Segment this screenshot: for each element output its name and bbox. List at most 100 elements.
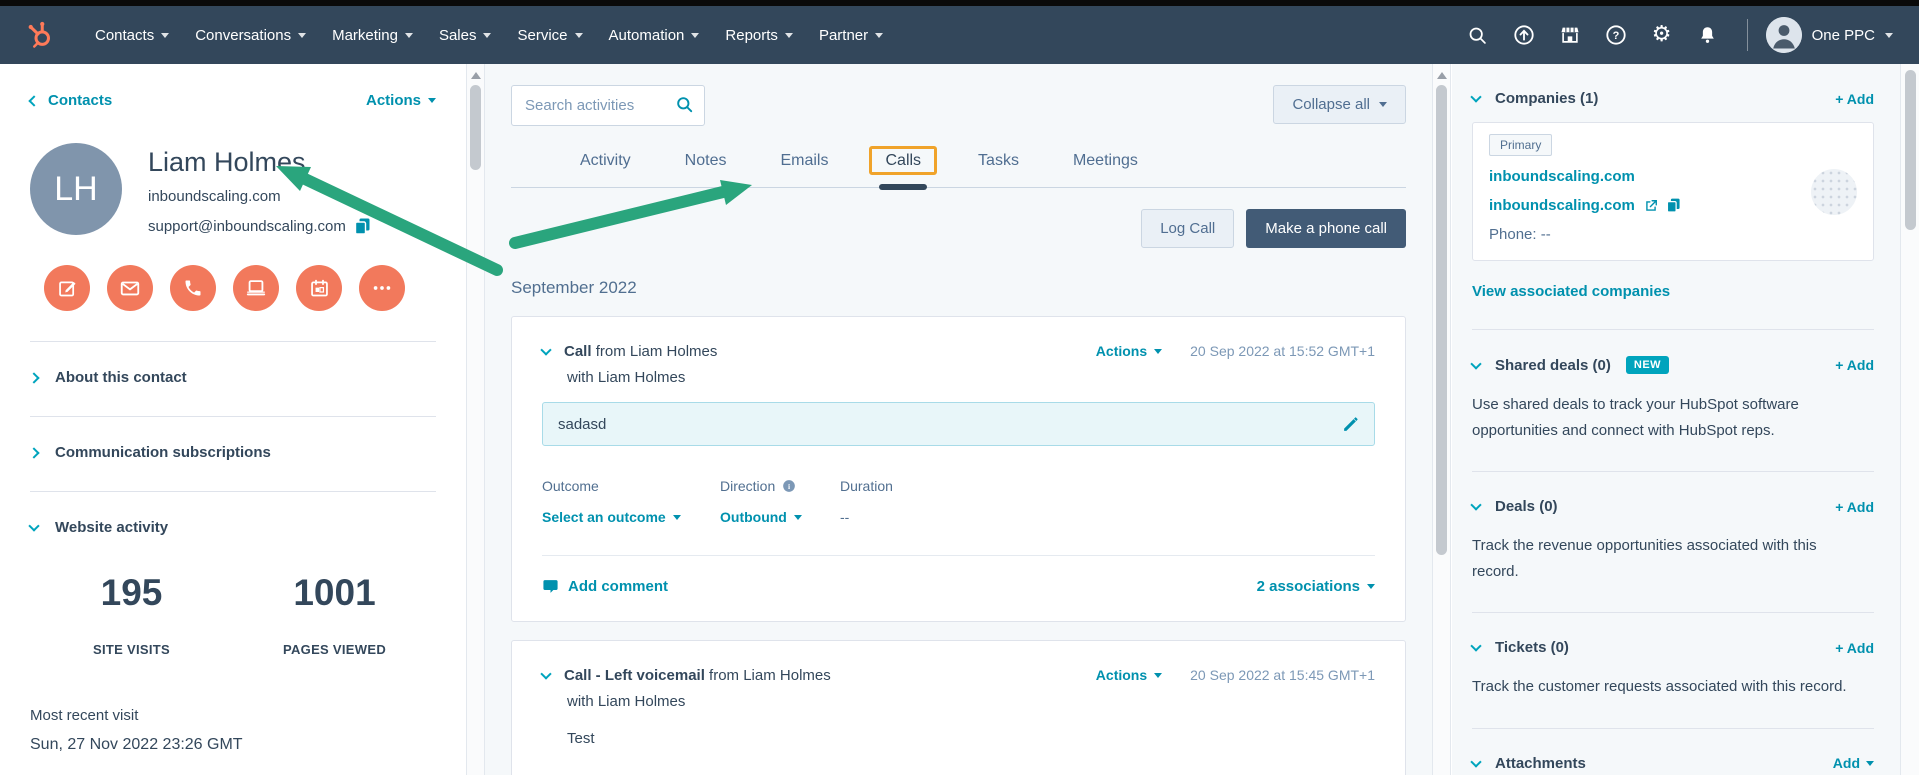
- scrollbar-thumb[interactable]: [1904, 70, 1916, 230]
- search-icon[interactable]: [675, 95, 694, 114]
- account-menu[interactable]: One PPC: [1765, 17, 1893, 53]
- companies-title: Companies (1): [1495, 90, 1599, 107]
- search-icon[interactable]: [1457, 15, 1499, 55]
- call-note-editor[interactable]: sadasd: [542, 402, 1375, 446]
- settings-gear-icon[interactable]: ⚙: [1641, 15, 1683, 55]
- hubspot-logo-icon[interactable]: [26, 20, 56, 50]
- most-recent-visit-label: Most recent visit: [30, 707, 139, 724]
- nav-item-service[interactable]: Service: [504, 27, 595, 44]
- section-website-activity[interactable]: Website activity: [28, 491, 436, 536]
- tab-tasks[interactable]: Tasks: [951, 143, 1046, 187]
- task-button[interactable]: [233, 265, 279, 311]
- nav-item-marketing[interactable]: Marketing: [319, 27, 426, 44]
- account-name: One PPC: [1811, 26, 1875, 44]
- more-actions-button[interactable]: [359, 265, 405, 311]
- chevron-down-icon: [793, 514, 802, 520]
- add-comment-label: Add comment: [568, 578, 669, 595]
- tab-meetings[interactable]: Meetings: [1046, 143, 1165, 187]
- chevron-down-icon[interactable]: [1470, 499, 1482, 511]
- nav-item-contacts[interactable]: Contacts: [82, 27, 182, 44]
- tab-activity[interactable]: Activity: [553, 143, 658, 187]
- associations-label: 2 associations: [1256, 578, 1360, 595]
- call-timestamp: 20 Sep 2022 at 15:52 GMT+1: [1190, 343, 1375, 359]
- tab-notes[interactable]: Notes: [658, 143, 754, 187]
- call-card: Call from Liam Holmes Actions 20 Sep 202…: [511, 316, 1406, 622]
- tab-calls[interactable]: Calls: [855, 143, 951, 190]
- nav-item-partner[interactable]: Partner: [806, 27, 896, 44]
- direction-select[interactable]: Outbound: [720, 509, 840, 525]
- chevron-right-icon: [28, 371, 40, 384]
- chevron-down-icon: [298, 32, 307, 38]
- left-scrollbar[interactable]: [466, 64, 485, 775]
- meeting-button[interactable]: [296, 265, 342, 311]
- notifications-bell-icon[interactable]: [1687, 15, 1729, 55]
- nav-item-label: Service: [517, 26, 568, 44]
- call-subtitle: from Liam Holmes: [595, 343, 718, 360]
- log-call-button[interactable]: Log Call: [1141, 209, 1235, 248]
- collapse-all-label: Collapse all: [1292, 96, 1370, 113]
- external-link-icon: [1646, 199, 1657, 211]
- scrollbar-thumb[interactable]: [1436, 85, 1447, 555]
- collapse-chevron-icon[interactable]: [540, 344, 552, 356]
- edit-pencil-icon[interactable]: [1342, 416, 1359, 433]
- add-comment-button[interactable]: Add comment: [542, 578, 668, 595]
- section-about-this-contact[interactable]: About this contact: [28, 341, 436, 386]
- nav-item-automation[interactable]: Automation: [596, 27, 713, 44]
- help-icon[interactable]: ?: [1595, 15, 1637, 55]
- chevron-down-icon[interactable]: [1470, 357, 1482, 370]
- add-ticket-button[interactable]: + Add: [1835, 640, 1874, 656]
- card-actions-dropdown[interactable]: Actions: [1096, 667, 1163, 683]
- scrollbar-thumb[interactable]: [470, 85, 481, 170]
- chevron-down-icon[interactable]: [1470, 640, 1482, 652]
- chevron-down-icon[interactable]: [1470, 755, 1482, 768]
- chevron-down-icon: [161, 32, 170, 38]
- copy-icon[interactable]: [354, 218, 370, 235]
- contact-email[interactable]: support@inboundscaling.com: [148, 218, 346, 235]
- marketplace-icon[interactable]: [1549, 15, 1591, 55]
- outcome-value: Select an outcome: [542, 509, 666, 525]
- navbar-divider: [1746, 19, 1748, 51]
- call-timestamp: 20 Sep 2022 at 15:45 GMT+1: [1190, 667, 1375, 683]
- add-deal-button[interactable]: + Add: [1835, 499, 1874, 515]
- call-with-line: with Liam Holmes: [567, 369, 686, 386]
- info-icon[interactable]: i: [782, 479, 796, 493]
- company-name-link[interactable]: inboundscaling.com: [1489, 168, 1857, 185]
- company-domain-link[interactable]: inboundscaling.com: [1489, 197, 1857, 214]
- contact-actions-dropdown[interactable]: Actions: [366, 92, 436, 109]
- collapse-chevron-icon[interactable]: [540, 668, 552, 680]
- nav-item-conversations[interactable]: Conversations: [182, 27, 319, 44]
- timeline-scrollbar[interactable]: [1432, 64, 1451, 775]
- outcome-select[interactable]: Select an outcome: [542, 509, 720, 525]
- call-note-text[interactable]: Test: [567, 730, 1375, 747]
- shared-deals-section: Shared deals (0) NEW + Add Use shared de…: [1470, 329, 1874, 471]
- scrollbar-up-arrow-icon[interactable]: [470, 72, 481, 79]
- deals-title: Deals (0): [1495, 498, 1558, 515]
- scrollbar-up-arrow-icon[interactable]: [1436, 72, 1447, 79]
- add-company-button[interactable]: + Add: [1835, 91, 1874, 107]
- add-shared-deal-button[interactable]: + Add: [1835, 357, 1874, 373]
- email-button[interactable]: [107, 265, 153, 311]
- call-title: Call: [564, 343, 592, 360]
- add-attachment-button[interactable]: Add: [1833, 755, 1874, 771]
- upgrade-icon[interactable]: [1503, 15, 1545, 55]
- chevron-down-icon[interactable]: [1470, 91, 1482, 103]
- call-button[interactable]: [170, 265, 216, 311]
- back-to-contacts-link[interactable]: Contacts: [28, 92, 112, 109]
- nav-item-sales[interactable]: Sales: [426, 27, 505, 44]
- make-phone-call-button[interactable]: Make a phone call: [1246, 209, 1406, 248]
- tab-emails[interactable]: Emails: [753, 143, 855, 187]
- card-actions-dropdown[interactable]: Actions: [1096, 343, 1163, 359]
- chevron-down-icon: [28, 520, 40, 532]
- note-button[interactable]: [44, 265, 90, 311]
- card-divider: [542, 555, 1375, 556]
- collapse-all-button[interactable]: Collapse all: [1273, 85, 1406, 124]
- section-communication-subscriptions[interactable]: Communication subscriptions: [28, 416, 436, 461]
- nav-item-reports[interactable]: Reports: [712, 27, 806, 44]
- chevron-down-icon: [784, 32, 793, 38]
- duration-value: --: [840, 509, 850, 525]
- copy-icon[interactable]: [1666, 198, 1680, 213]
- associations-dropdown[interactable]: 2 associations: [1257, 578, 1375, 595]
- view-associated-companies-link[interactable]: View associated companies: [1472, 283, 1670, 300]
- page-scrollbar[interactable]: [1900, 64, 1919, 775]
- contact-name: Liam Holmes: [148, 147, 306, 177]
